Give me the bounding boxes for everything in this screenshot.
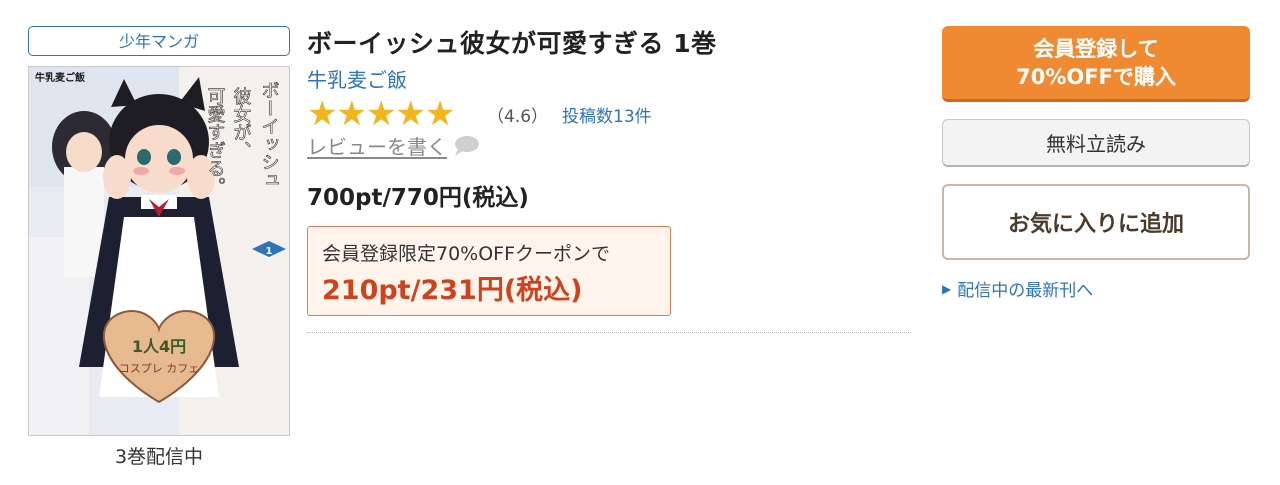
star-rating-filled: ★★★★★	[307, 96, 455, 132]
coupon-price: 210pt/231円(税込)	[322, 275, 583, 306]
latest-volume-link[interactable]: ▶ 配信中の最新刊へ	[942, 276, 1250, 301]
register-button-line2: 70%OFFで購入	[1016, 64, 1176, 89]
price: 700pt/770円(税込)	[307, 185, 529, 211]
register-purchase-button[interactable]: 会員登録して 70%OFFで購入	[942, 26, 1250, 102]
svg-text:可愛すぎる。: 可愛すぎる。	[205, 87, 226, 195]
free-read-button[interactable]: 無料立読み	[942, 119, 1250, 167]
cover-author: 牛乳麦ご飯	[35, 71, 85, 84]
speech-bubble-icon	[453, 135, 479, 157]
register-button-line1: 会員登録して	[1033, 36, 1159, 61]
review-count-link[interactable]: 投稿数13件	[562, 102, 652, 127]
rating-row: ★★★★★ ★★★★★ （4.6） 投稿数13件	[307, 96, 911, 132]
author-link[interactable]: 牛乳麦ご飯	[307, 64, 407, 93]
cover-illustration: 1人4円 コスプレ カフェ ボーイッシュ 彼女が、 可愛すぎる。 1 牛乳麦ご飯	[29, 67, 289, 435]
book-cover-image[interactable]: 1人4円 コスプレ カフェ ボーイッシュ 彼女が、 可愛すぎる。 1 牛乳麦ご飯	[28, 66, 290, 436]
triangle-right-icon: ▶	[942, 281, 952, 296]
svg-text:彼女が、: 彼女が、	[231, 87, 252, 159]
add-favorite-button[interactable]: お気に入りに追加	[942, 184, 1250, 260]
action-column: 会員登録して 70%OFFで購入 無料立読み お気に入りに追加 ▶ 配信中の最新…	[942, 26, 1250, 301]
svg-text:コスプレ カフェ: コスプレ カフェ	[119, 362, 200, 375]
book-left-column: 少年マンガ 1人4円 コスプレ カフェ ボーイッシュ 彼女が、 可愛すぎる。 1…	[28, 26, 290, 469]
cover-vertical-title: ボーイッシュ	[259, 81, 280, 189]
star-rating: ★★★★★ ★★★★★	[307, 96, 479, 132]
svg-text:1: 1	[266, 246, 273, 257]
cover-badge-text: 1人4円	[132, 337, 186, 356]
volumes-available-note: 3巻配信中	[114, 446, 204, 468]
write-review-link[interactable]: レビューを書く	[307, 131, 479, 160]
write-review-label: レビューを書く	[307, 135, 447, 159]
latest-volume-label: 配信中の最新刊へ	[957, 281, 1094, 301]
coupon-label: 会員登録限定70%OFFクーポンで	[322, 243, 611, 265]
dotted-divider	[307, 332, 911, 333]
book-title: ボーイッシュ彼女が可愛すぎる 1巻	[307, 29, 717, 58]
rating-value: （4.6）	[487, 106, 549, 127]
coupon-box: 会員登録限定70%OFFクーポンで 210pt/231円(税込)	[307, 226, 671, 316]
book-info-column: ボーイッシュ彼女が可愛すぎる 1巻 牛乳麦ご飯 ★★★★★ ★★★★★ （4.6…	[307, 26, 911, 333]
genre-tag[interactable]: 少年マンガ	[28, 26, 290, 56]
